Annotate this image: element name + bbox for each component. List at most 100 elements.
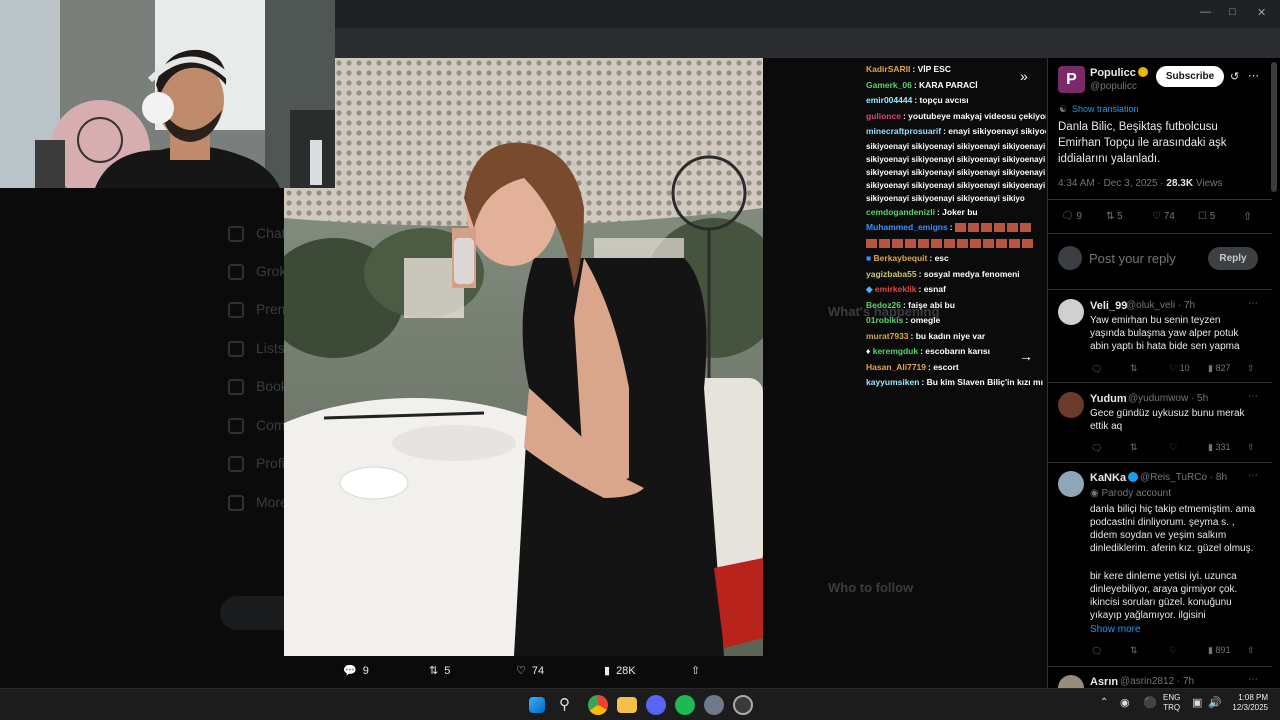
- reply-author-handle[interactable]: @Reis_TuRCo · 8h: [1140, 472, 1227, 483]
- close-icon[interactable]: ✕: [1257, 6, 1266, 19]
- divider: [1047, 289, 1272, 290]
- reply-text: danla biliçi hiç takip etmemiştim. ama p…: [1090, 504, 1256, 554]
- reply-icon[interactable]: 🗨: [1091, 443, 1102, 454]
- communities-nav-icon: [228, 418, 244, 434]
- image-like-button[interactable]: ♡ 74: [516, 664, 544, 678]
- chat-text: : escort: [928, 361, 959, 372]
- reply-author-handle[interactable]: @asrin2812 · 7h: [1120, 676, 1194, 687]
- tweet-reply-button[interactable]: 🗨 9: [1061, 211, 1082, 222]
- minimize-icon[interactable]: —: [1200, 6, 1211, 18]
- repost-icon[interactable]: ⇅: [1130, 363, 1138, 374]
- repost-icon[interactable]: ⇅: [1130, 442, 1138, 453]
- settings-gear-icon[interactable]: [704, 695, 724, 715]
- obs-icon[interactable]: [733, 695, 753, 715]
- verified-blue-icon: [1128, 472, 1139, 482]
- emote-icon: [931, 238, 942, 248]
- reply-author-name[interactable]: Asrın: [1090, 676, 1118, 688]
- reply-author-handle[interactable]: @oluk_veli · 7h: [1126, 300, 1195, 311]
- emote-icon: [980, 223, 992, 233]
- reply-avatar[interactable]: [1058, 471, 1084, 497]
- reply-avatar[interactable]: [1058, 299, 1084, 325]
- reply-avatar[interactable]: [1058, 392, 1084, 418]
- reply-author-name[interactable]: Veli_99: [1090, 300, 1127, 312]
- image-repost-button[interactable]: ⇅ 5: [429, 664, 450, 678]
- share-icon[interactable]: ⇧: [1247, 645, 1255, 656]
- chrome-icon[interactable]: [588, 695, 608, 715]
- tweet-repost-button[interactable]: ⇅ 5: [1106, 211, 1123, 222]
- reply-views[interactable]: ▮ 827: [1208, 363, 1231, 374]
- translate-icon: ☯: [1059, 104, 1068, 114]
- tweet-timestamp[interactable]: 4:34 AM · Dec 3, 2025 ·: [1058, 178, 1164, 189]
- heart-icon[interactable]: ♡: [1169, 442, 1177, 453]
- reply-author-handle[interactable]: @yudumwow · 5h: [1128, 393, 1208, 404]
- network-icon[interactable]: ▣: [1192, 696, 1202, 709]
- language-indicator[interactable]: ENG TRQ: [1163, 693, 1180, 713]
- file-explorer-icon[interactable]: [617, 697, 637, 713]
- tweet-bookmark-button[interactable]: ☐ 5: [1198, 211, 1215, 222]
- divider: [1047, 199, 1272, 200]
- repost-icon[interactable]: ⇅: [1130, 645, 1138, 656]
- chat-message: ◆ emirkeklik: esnaf: [866, 282, 1046, 298]
- share-icon[interactable]: ⇧: [1243, 210, 1252, 223]
- clock[interactable]: 1:08 PM 12/3/2025: [1226, 693, 1268, 713]
- reply-button[interactable]: Reply: [1208, 247, 1258, 270]
- share-icon[interactable]: ⇧: [1247, 442, 1255, 453]
- subscribe-button[interactable]: Subscribe: [1156, 66, 1224, 87]
- heart-icon: ♡: [1152, 211, 1161, 222]
- chat-message: Muhammed_emigns:: [866, 220, 1046, 236]
- show-translation-link[interactable]: Show translation: [1072, 104, 1139, 114]
- streamer-webcam: [0, 0, 335, 188]
- discord-icon[interactable]: [646, 695, 666, 715]
- tray-app-icon[interactable]: ◉: [1120, 696, 1130, 709]
- populicc-avatar[interactable]: P: [1058, 66, 1085, 93]
- reply-input[interactable]: [1089, 248, 1199, 268]
- chat-user: Bedoz26: [866, 299, 901, 310]
- tray-chevron-up-icon[interactable]: ⌃: [1100, 697, 1108, 708]
- reply-icon[interactable]: 🗨: [1091, 364, 1102, 375]
- reply-icon[interactable]: 🗨: [1091, 646, 1102, 657]
- spotify-icon[interactable]: [675, 695, 695, 715]
- tweet-like-button[interactable]: ♡ 74: [1152, 211, 1175, 222]
- my-avatar[interactable]: [1058, 246, 1082, 270]
- reply-author-name[interactable]: KaNKa: [1090, 472, 1139, 484]
- chat-message: murat7933: bu kadın niye var: [866, 329, 1046, 345]
- share-icon[interactable]: ⇧: [1247, 363, 1255, 374]
- chat-text: : bu kadın niye var: [910, 330, 986, 341]
- collapse-panel-icon[interactable]: »: [1020, 68, 1028, 84]
- more-options-icon[interactable]: ⋯: [1248, 391, 1258, 402]
- search-icon[interactable]: ⚲: [559, 695, 570, 713]
- more-options-icon[interactable]: ⋯: [1248, 69, 1259, 82]
- grok-icon[interactable]: ↺: [1230, 70, 1239, 83]
- image-reply-button[interactable]: 💬 9: [343, 664, 369, 678]
- reply-views[interactable]: ▮ 891: [1208, 645, 1231, 656]
- bg-nav-lists: Lists: [256, 340, 285, 356]
- emote-icon: [892, 238, 903, 248]
- image-views-button[interactable]: ▮ 28K: [604, 664, 636, 678]
- windows-start-icon[interactable]: [529, 697, 545, 713]
- chat-text: : topçu avcısı: [914, 95, 969, 105]
- emote-icon: [970, 238, 981, 248]
- more-options-icon[interactable]: ⋯: [1248, 298, 1258, 309]
- microphone-icon[interactable]: ⚫: [1143, 696, 1157, 709]
- tweet-author-handle[interactable]: @populicc: [1090, 81, 1137, 92]
- more-options-icon[interactable]: ⋯: [1248, 470, 1258, 481]
- maximize-icon[interactable]: □: [1229, 6, 1236, 18]
- reply-like-button[interactable]: ♡ 10: [1169, 363, 1190, 374]
- image-share-button[interactable]: ⇧: [691, 664, 700, 677]
- reply-author-name[interactable]: Yudum: [1090, 393, 1127, 405]
- chat-text: : omegle: [905, 315, 941, 325]
- next-image-icon[interactable]: →: [1019, 348, 1033, 364]
- tweet-author-name[interactable]: Populicc: [1090, 67, 1148, 79]
- chat-user: Hasan_Ali7719: [866, 361, 927, 372]
- heart-icon[interactable]: ♡: [1169, 645, 1177, 656]
- panel-scrollbar[interactable]: [1271, 62, 1277, 192]
- more-options-icon[interactable]: ⋯: [1248, 674, 1258, 685]
- reply-views[interactable]: ▮ 331: [1208, 442, 1231, 453]
- emote-icon: [918, 238, 929, 248]
- show-more-link[interactable]: Show more: [1090, 624, 1141, 635]
- emote-icon: [905, 238, 916, 248]
- chat-message: KadirSARII: VİP ESC: [866, 62, 1046, 78]
- volume-icon[interactable]: 🔊: [1208, 696, 1222, 709]
- tweet-photo[interactable]: [284, 58, 763, 656]
- chat-text: : sosyal medya fenomeni: [918, 268, 1020, 279]
